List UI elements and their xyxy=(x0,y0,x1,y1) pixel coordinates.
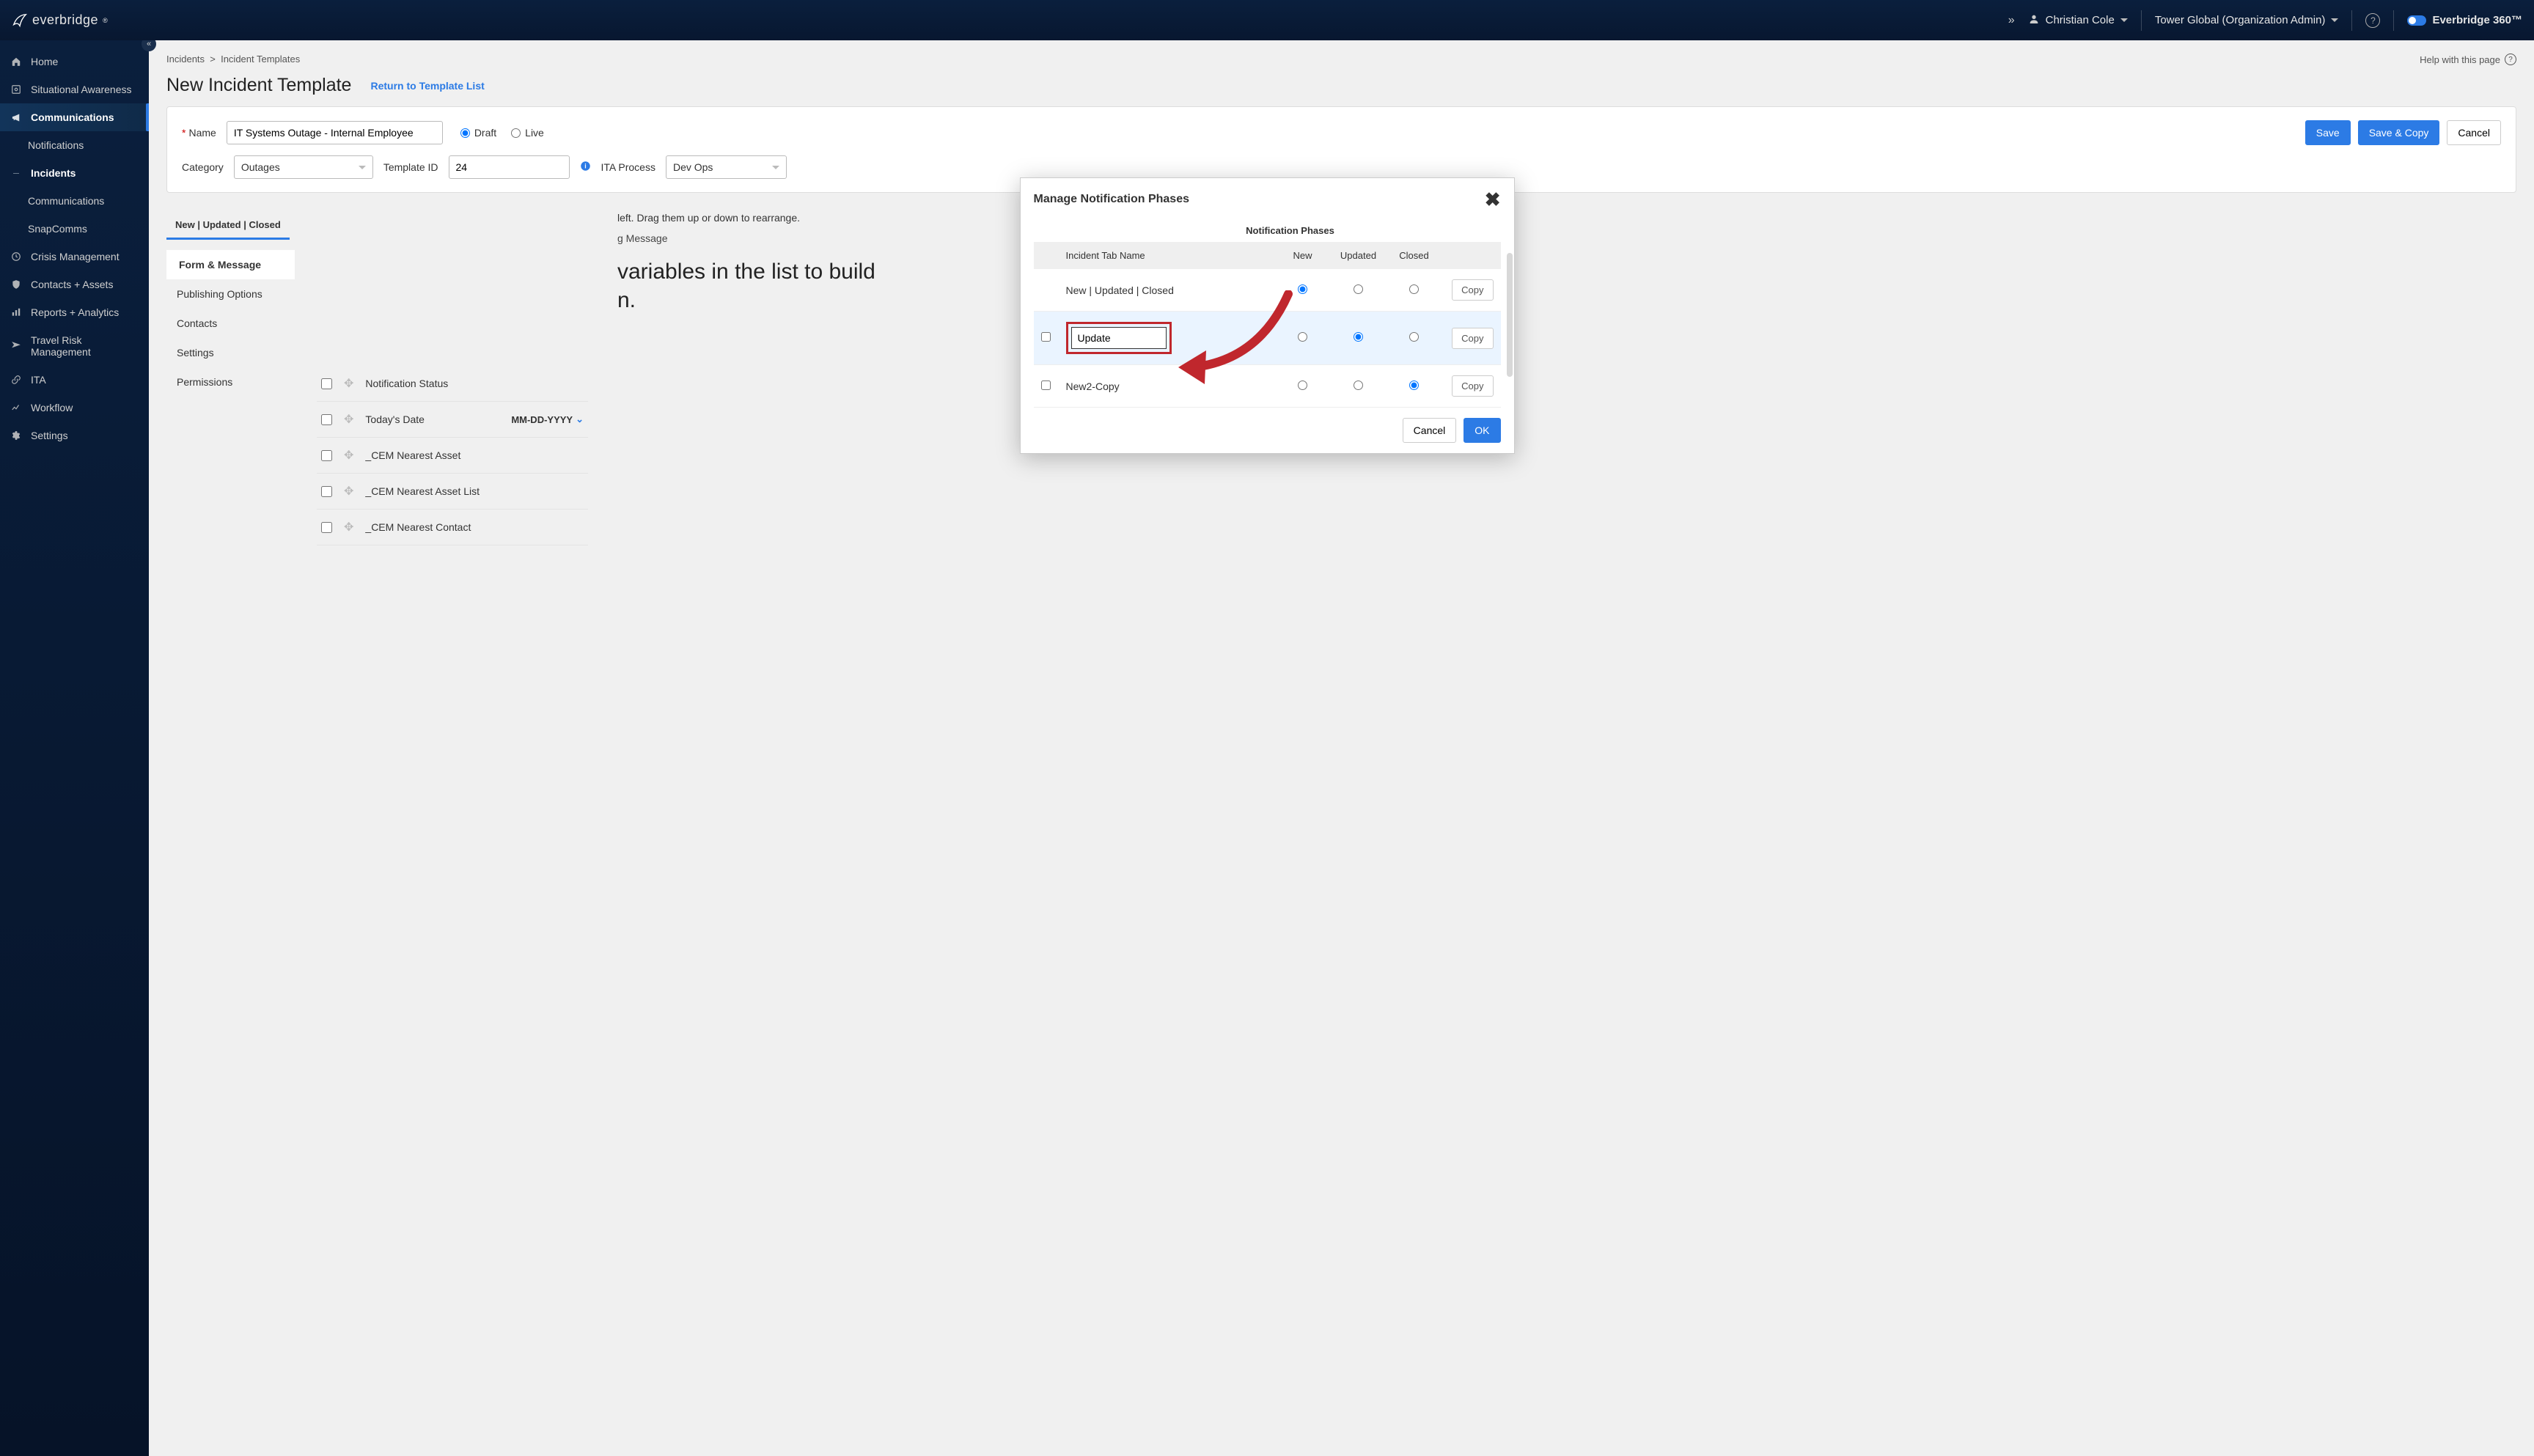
row-checkbox[interactable] xyxy=(1041,332,1051,342)
phases-caption: Notification Phases xyxy=(1191,221,1389,242)
row-checkbox[interactable] xyxy=(1041,380,1051,390)
phase-radio[interactable] xyxy=(1409,284,1419,294)
col-updated: Updated xyxy=(1331,242,1387,269)
copy-button[interactable]: Copy xyxy=(1452,279,1493,301)
copy-button[interactable]: Copy xyxy=(1452,375,1493,397)
phase-radio[interactable] xyxy=(1298,284,1307,294)
tab-name-text: New | Updated | Closed xyxy=(1059,269,1275,312)
tab-name-text: New2-Copy xyxy=(1059,365,1275,408)
phase-radio[interactable] xyxy=(1409,332,1419,342)
phase-radio[interactable] xyxy=(1354,332,1363,342)
col-new: New xyxy=(1275,242,1331,269)
phase-radio[interactable] xyxy=(1354,380,1363,390)
phase-row: Copy xyxy=(1034,312,1501,365)
phase-radio[interactable] xyxy=(1298,380,1307,390)
col-tab-name: Incident Tab Name xyxy=(1059,242,1275,269)
modal-title: Manage Notification Phases xyxy=(1034,193,1190,206)
phase-row: New | Updated | Closed Copy xyxy=(1034,269,1501,312)
modal-scrollbar[interactable] xyxy=(1507,253,1513,408)
phase-radio[interactable] xyxy=(1409,380,1419,390)
modal-ok-button[interactable]: OK xyxy=(1464,418,1500,443)
phase-radio[interactable] xyxy=(1298,332,1307,342)
phase-radio[interactable] xyxy=(1354,284,1363,294)
col-closed: Closed xyxy=(1387,242,1442,269)
tab-name-input[interactable] xyxy=(1071,327,1167,349)
modal-cancel-button[interactable]: Cancel xyxy=(1403,418,1457,443)
copy-button[interactable]: Copy xyxy=(1452,328,1493,349)
phase-row: New2-Copy Copy xyxy=(1034,365,1501,408)
close-icon[interactable]: ✖ xyxy=(1485,190,1501,209)
